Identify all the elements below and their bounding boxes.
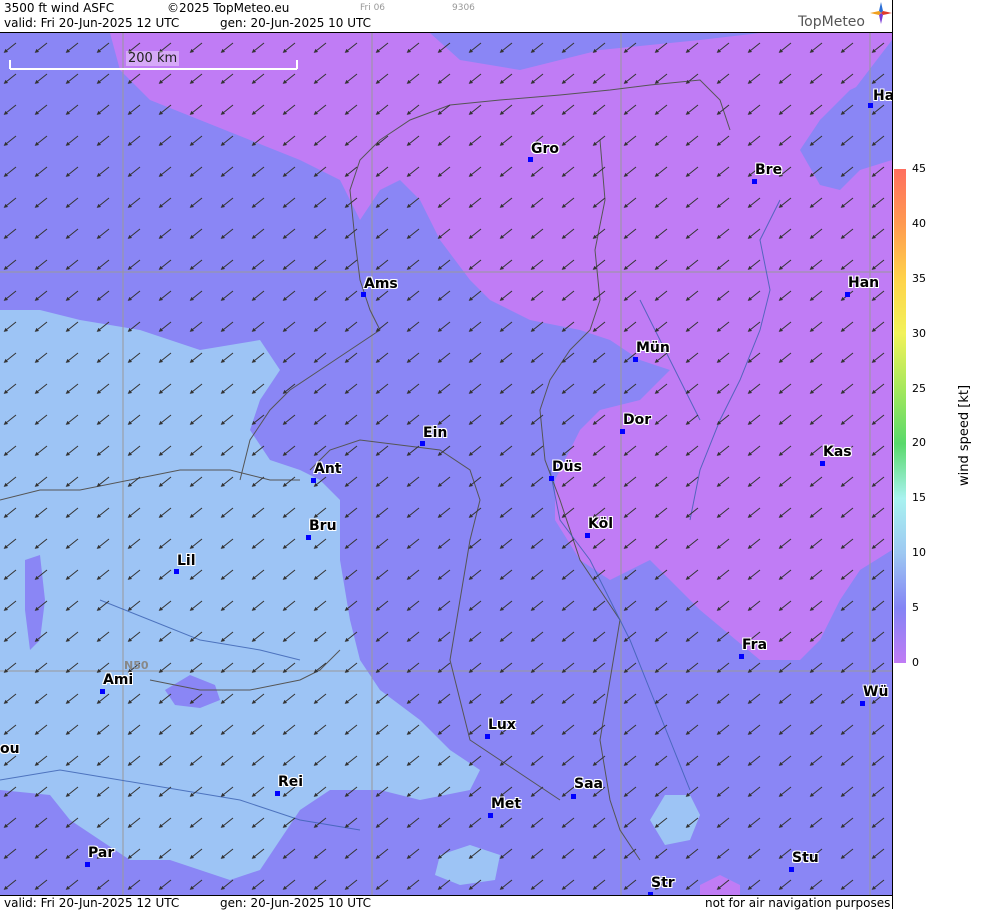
city-label: Mün [636, 340, 670, 356]
colorbar-tick-label: 25 [912, 381, 926, 395]
city-label: Ami [103, 672, 134, 688]
day-code: Fri 06 [360, 3, 386, 13]
city-label: Dor [623, 412, 652, 428]
city-label: Par [88, 845, 115, 861]
city-label: Ant [314, 461, 342, 477]
city-label: Bre [755, 162, 783, 178]
city-dot [485, 734, 490, 739]
city-label: Stu [792, 850, 819, 866]
city-label: Ein [423, 425, 448, 441]
topmeteo-logo: TopMeteo [798, 2, 892, 30]
city-dot [820, 461, 825, 466]
city-dot [585, 533, 590, 538]
city-dot [306, 535, 311, 540]
city-dot [845, 292, 850, 297]
city-label: Lux [488, 717, 516, 733]
city-dot [860, 701, 865, 706]
city-dot [789, 867, 794, 872]
city-label: Ams [364, 276, 398, 292]
scale-label: 200 km [126, 51, 180, 66]
city-dot [488, 813, 493, 818]
city-dot [633, 357, 638, 362]
city-dot [275, 791, 280, 796]
colorbar-tick-label: 45 [912, 162, 926, 175]
city-dot [549, 476, 554, 481]
map-footer: valid: Fri 20-Jun-2025 12 UTC gen: 20-Ju… [0, 895, 892, 910]
colorbar-tick-label: 35 [912, 271, 926, 285]
colorbar-tick-label: 30 [912, 326, 926, 340]
city-label: Kas [823, 444, 852, 460]
city-label: Str [651, 875, 675, 891]
city-dot [420, 441, 425, 446]
compass-star-icon [870, 2, 892, 24]
city-dot [528, 157, 533, 162]
colorbar-tick-label: 20 [912, 436, 926, 450]
colorbar-tick-label: 0 [912, 656, 919, 669]
run-code: 9306 [452, 3, 475, 13]
gen-time: gen: 20-Jun-2025 10 UTC [220, 16, 372, 30]
city-dot [100, 689, 105, 694]
city-label: Düs [552, 459, 582, 475]
logo-text: TopMeteo [798, 14, 865, 30]
product-title: 3500 ft wind ASFC [4, 1, 115, 15]
footer-valid-time: valid: Fri 20-Jun-2025 12 UTC [4, 896, 180, 910]
city-label: Lil [177, 553, 196, 569]
city-dot [361, 292, 366, 297]
city-dot [739, 654, 744, 659]
city-dot [620, 429, 625, 434]
colorbar-tick-label: 10 [912, 546, 926, 560]
valid-time: valid: Fri 20-Jun-2025 12 UTC [4, 16, 180, 30]
colorbar-title: wind speed [kt] [957, 384, 972, 486]
copyright: ©2025 TopMeteo.eu [167, 1, 290, 15]
footer-gen-time: gen: 20-Jun-2025 10 UTC [220, 896, 372, 910]
city-label: Fra [742, 637, 768, 653]
map-header: 3500 ft wind ASFC ©2025 TopMeteo.eu Fri … [0, 0, 892, 33]
disclaimer: not for air navigation purposes [705, 896, 891, 910]
city-label: Saa [574, 776, 603, 792]
city-dot [571, 794, 576, 799]
city-dot [174, 569, 179, 574]
city-dot [85, 862, 90, 867]
city-label: Bru [309, 518, 337, 534]
colorbar-tick-label: 40 [912, 216, 926, 230]
city-label: Met [491, 796, 522, 812]
city-dot [311, 478, 316, 483]
city-label: Köl [588, 516, 614, 532]
city-label: Wü [863, 684, 889, 700]
colorbar-tick-label: 5 [912, 601, 919, 615]
colorbar-tick-label: 15 [912, 491, 926, 505]
city-dot [752, 179, 757, 184]
city-label: Gro [531, 141, 560, 157]
colorbar [894, 169, 906, 663]
city-label: Han [848, 275, 880, 291]
city-label: ou [0, 741, 20, 757]
city-label: Rei [278, 774, 304, 790]
grid-latitude-label: N50 [124, 659, 149, 672]
city-label: Ha [873, 88, 895, 104]
